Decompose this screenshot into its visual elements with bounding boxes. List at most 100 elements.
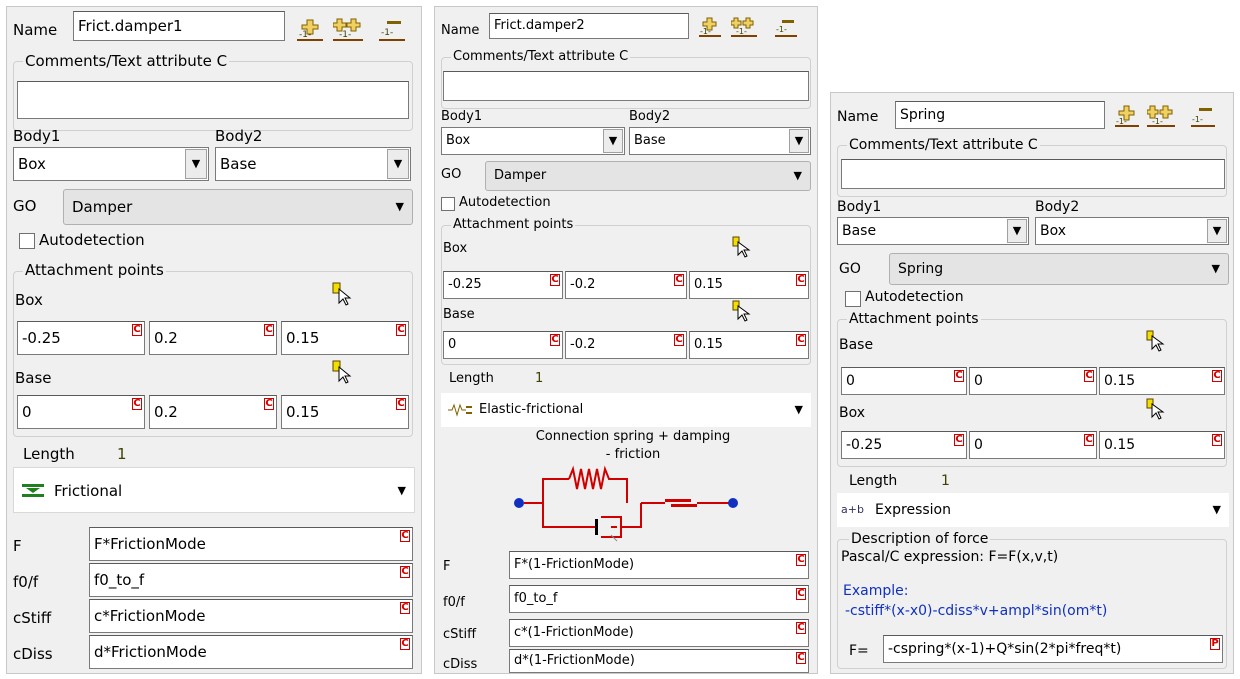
point1-y-input[interactable]: 0.2 C [149, 321, 277, 355]
svg-text:-1-: -1- [776, 25, 787, 34]
go-select[interactable]: Spring ▼ [889, 253, 1229, 285]
const-marker[interactable]: C [796, 274, 806, 286]
add-element-button[interactable]: -1- [1115, 103, 1139, 127]
point1-z-input[interactable]: 0.15 C [689, 271, 809, 299]
const-marker[interactable]: C [1084, 434, 1094, 446]
remove-element-button[interactable]: -1- [775, 15, 797, 37]
const-marker[interactable]: C [264, 398, 274, 410]
force-type-select[interactable]: Frictional ▼ [13, 467, 415, 513]
add-multiple-button[interactable]: -1- [333, 15, 363, 41]
const-marker[interactable]: C [396, 324, 406, 336]
add-multiple-button[interactable]: -1- [731, 15, 757, 37]
pick-point-cursor-icon[interactable] [1145, 397, 1165, 421]
body1-select[interactable]: Base ▼ [837, 217, 1029, 245]
const-marker[interactable]: C [550, 334, 560, 346]
const-marker[interactable]: C [674, 274, 684, 286]
chevron-down-icon[interactable]: ▼ [603, 129, 623, 153]
chevron-down-icon[interactable]: ▼ [1207, 219, 1227, 243]
const-marker[interactable]: C [1084, 370, 1094, 382]
point2-y-input[interactable]: -0.2 C [565, 331, 687, 359]
point2-x-value: 0 [448, 337, 457, 352]
pick-point-cursor-icon[interactable] [1145, 329, 1165, 353]
chevron-down-icon[interactable]: ▼ [185, 149, 207, 179]
const-marker[interactable]: C [796, 334, 806, 346]
const-marker[interactable]: C [132, 398, 142, 410]
go-select[interactable]: Damper ▼ [63, 189, 413, 225]
const-marker[interactable]: C [132, 324, 142, 336]
point1-x-input[interactable]: -0.25 C [443, 271, 563, 299]
chevron-down-icon[interactable]: ▼ [789, 129, 809, 153]
const-marker[interactable]: C [1212, 370, 1222, 382]
pascal-marker[interactable]: P [1210, 638, 1220, 650]
const-marker[interactable]: C [264, 324, 274, 336]
point2-x-input[interactable]: 0C [17, 395, 145, 429]
force-type-select[interactable]: Elastic-frictional ▼ [441, 393, 811, 427]
force-expression-input[interactable]: -cspring*(x-1)+Q*sin(2*pi*freq*t) P [883, 635, 1223, 663]
force-type-select[interactable]: a+b Expression ▼ [837, 493, 1229, 527]
point1-x-input[interactable]: 0C [841, 367, 967, 395]
point2-z-value: 0.15 [694, 337, 723, 352]
const-marker[interactable]: C [954, 434, 964, 446]
point2-y-input[interactable]: 0.2 C [149, 395, 277, 429]
const-marker[interactable]: C [796, 554, 806, 566]
comments-input[interactable] [443, 71, 809, 101]
param-input-cdiss[interactable]: d*FrictionMode C [89, 635, 413, 669]
autodetection-checkbox[interactable] [19, 233, 35, 249]
const-marker[interactable]: C [400, 566, 410, 578]
point2-y-input[interactable]: 0C [969, 431, 1097, 459]
pick-point-cursor-icon[interactable] [731, 235, 751, 259]
const-marker[interactable]: C [674, 334, 684, 346]
point2-z-input[interactable]: 0.15 C [1099, 431, 1225, 459]
add-element-button[interactable]: -1- [297, 15, 323, 41]
point2-z-input[interactable]: 0.15 C [689, 331, 809, 359]
autodetection-checkbox[interactable] [845, 291, 861, 307]
remove-element-button[interactable]: -1- [1191, 103, 1215, 127]
const-marker[interactable]: C [550, 274, 560, 286]
body1-select[interactable]: Box ▼ [13, 147, 209, 181]
const-marker[interactable]: C [796, 652, 806, 664]
autodetection-checkbox[interactable] [441, 197, 455, 211]
const-marker[interactable]: C [796, 622, 806, 634]
param-input-f0f[interactable]: f0_to_f C [509, 585, 809, 613]
pick-point-cursor-icon[interactable] [331, 359, 353, 385]
remove-element-button[interactable]: -1- [379, 15, 405, 41]
point1-z-input[interactable]: 0.15 C [1099, 367, 1225, 395]
body2-select[interactable]: Base ▼ [215, 147, 411, 181]
point1-z-input[interactable]: 0.15 C [281, 321, 409, 355]
point1-y-input[interactable]: 0C [969, 367, 1097, 395]
name-input[interactable]: Frict.damper2 [489, 13, 689, 39]
body2-select[interactable]: Base ▼ [629, 127, 811, 155]
pick-point-cursor-icon[interactable] [731, 299, 751, 323]
const-marker[interactable]: C [396, 398, 406, 410]
param-input-cstiff[interactable]: c*(1-FrictionMode) C [509, 619, 809, 647]
const-marker[interactable]: C [954, 370, 964, 382]
const-marker[interactable]: C [1212, 434, 1222, 446]
chevron-down-icon[interactable]: ▼ [387, 149, 409, 179]
comments-input[interactable] [841, 159, 1225, 189]
name-input[interactable]: Frict.damper1 [73, 11, 285, 41]
pick-point-cursor-icon[interactable] [331, 281, 353, 307]
const-marker[interactable]: C [796, 588, 806, 600]
body2-select[interactable]: Box ▼ [1035, 217, 1229, 245]
param-input-cdiss[interactable]: d*(1-FrictionMode) C [509, 649, 809, 673]
name-input[interactable]: Spring [895, 101, 1105, 129]
param-input-f[interactable]: F*(1-FrictionMode) C [509, 551, 809, 579]
chevron-down-icon[interactable]: ▼ [1007, 219, 1027, 243]
chevron-down-icon: ▼ [794, 403, 803, 416]
const-marker[interactable]: C [400, 602, 410, 614]
point1-y-input[interactable]: -0.2 C [565, 271, 687, 299]
add-multiple-button[interactable]: -1- [1147, 103, 1175, 127]
param-input-f0f[interactable]: f0_to_f C [89, 563, 413, 597]
point2-x-input[interactable]: -0.25 C [841, 431, 967, 459]
point2-z-input[interactable]: 0.15 C [281, 395, 409, 429]
add-element-button[interactable]: -1- [699, 15, 721, 37]
param-input-cstiff[interactable]: c*FrictionMode C [89, 599, 413, 633]
go-select[interactable]: Damper ▼ [485, 161, 811, 191]
point1-x-input[interactable]: -0.25 C [17, 321, 145, 355]
const-marker[interactable]: C [400, 530, 410, 542]
param-input-f[interactable]: F*FrictionMode C [89, 527, 413, 561]
comments-input[interactable] [17, 81, 409, 119]
const-marker[interactable]: C [400, 638, 410, 650]
point2-x-input[interactable]: 0C [443, 331, 563, 359]
body1-select[interactable]: Box ▼ [441, 127, 625, 155]
